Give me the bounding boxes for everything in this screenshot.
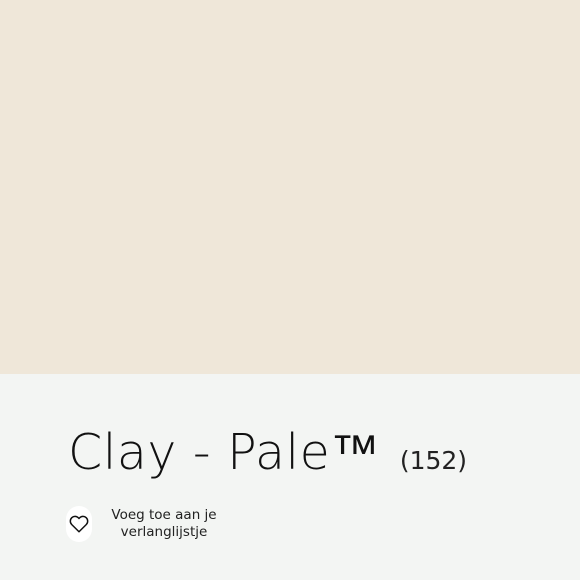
product-name: Clay - Pale™ [68,424,380,481]
wishlist-label-line2: verlanglijstje [120,524,208,540]
wishlist-label[interactable]: Voeg toe aan je verlanglijstje [109,507,219,541]
wishlist-label-line1: Voeg toe aan je [111,507,217,523]
product-info: Clay - Pale™ (152) Voeg toe aan je verla… [0,374,580,580]
product-code: (152) [399,446,468,475]
add-to-wishlist-button[interactable]: Voeg toe aan je verlanglijstje [66,506,219,542]
color-swatch [0,0,580,374]
product-card: Clay - Pale™ (152) Voeg toe aan je verla… [0,0,580,580]
title-row: Clay - Pale™ (152) [68,424,467,481]
heart-icon[interactable] [66,506,92,542]
